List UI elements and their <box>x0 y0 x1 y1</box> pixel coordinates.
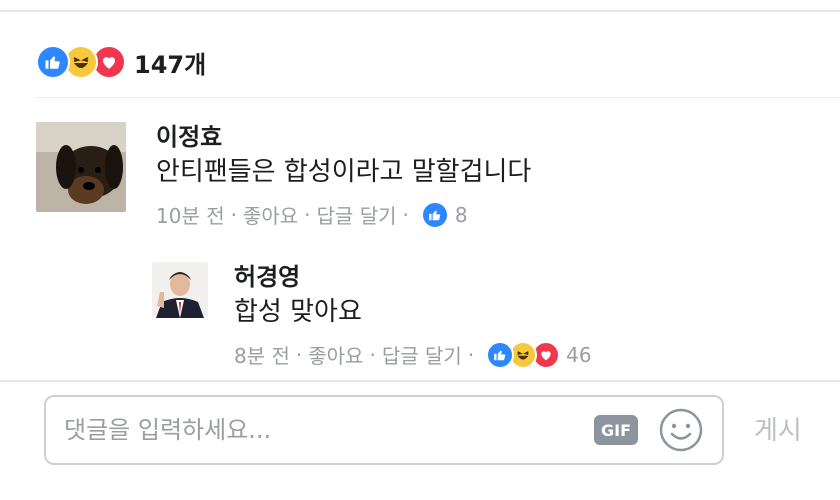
reply-link[interactable]: 답글 달기 <box>317 200 397 229</box>
comment-meta: 10분 전 · 좋아요 · 답글 달기 · 8 <box>156 200 531 229</box>
meta-separator: · <box>230 202 237 227</box>
meta-separator: · <box>295 342 303 367</box>
comment-author[interactable]: 허경영 <box>234 262 592 292</box>
comment-time[interactable]: 10분 전 <box>156 200 225 229</box>
comment-reaction-count: 8 <box>454 202 468 227</box>
comment-reactions[interactable]: 46 <box>486 340 592 369</box>
top-divider <box>0 10 840 12</box>
meta-separator: · <box>402 202 409 227</box>
like-reaction-icon <box>36 45 70 79</box>
avatar[interactable] <box>152 262 208 318</box>
reaction-icons <box>36 45 126 79</box>
avatar[interactable] <box>36 122 126 212</box>
like-reaction-icon <box>420 200 449 229</box>
reply-comment: 허경영 합성 맞아요 8분 전 · 좋아요 · 답글 달기 · 46 <box>152 262 592 369</box>
comment: 이정효 안티팬들은 합성이라고 말할겁니다 10분 전 · 좋아요 · 답글 달… <box>36 122 531 229</box>
section-divider <box>36 97 840 98</box>
comment-time[interactable]: 8분 전 <box>234 340 290 369</box>
like-reaction-icon <box>486 340 515 369</box>
comment-composer: GIF <box>44 395 724 465</box>
like-link[interactable]: 좋아요 <box>308 340 363 369</box>
comment-text: 합성 맞아요 <box>234 297 362 327</box>
post-button[interactable]: 게시 <box>754 410 802 447</box>
gif-button[interactable]: GIF <box>594 415 638 445</box>
comment-reaction-count: 46 <box>566 342 592 367</box>
reaction-count: 147개 <box>134 50 207 79</box>
composer-divider <box>0 380 840 382</box>
comment-text: 안티팬들은 합성이라고 말할겁니다 <box>156 157 532 187</box>
comment-author[interactable]: 이정효 <box>156 122 531 152</box>
meta-separator: · <box>467 342 475 367</box>
reply-link[interactable]: 답글 달기 <box>382 340 462 369</box>
comment-reactions[interactable]: 8 <box>420 200 468 229</box>
emoji-icon[interactable] <box>658 407 704 453</box>
comment-input[interactable] <box>64 416 594 444</box>
reaction-summary[interactable]: 147개 <box>36 42 206 82</box>
like-link[interactable]: 좋아요 <box>243 200 298 229</box>
meta-separator: · <box>304 202 311 227</box>
comment-meta: 8분 전 · 좋아요 · 답글 달기 · 46 <box>234 340 592 369</box>
meta-separator: · <box>369 342 376 367</box>
